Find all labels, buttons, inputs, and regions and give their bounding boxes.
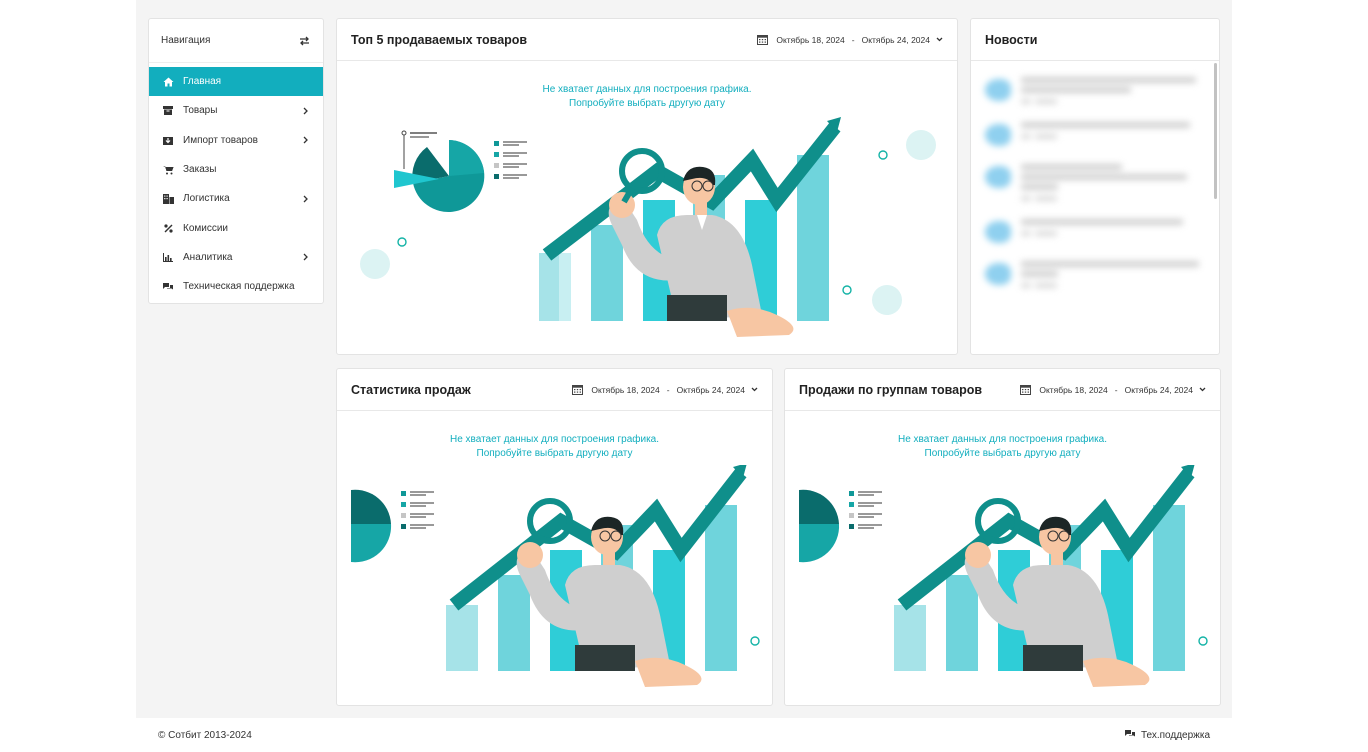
no-data-illustration [351, 465, 760, 687]
percent-icon [161, 222, 175, 234]
building-icon [161, 193, 175, 205]
nav-item-commissions[interactable]: Комиссии [149, 213, 323, 242]
chevron-down-icon [936, 37, 943, 42]
nav-item-support[interactable]: Техническая поддержка [149, 272, 323, 301]
nav-item-products[interactable]: Товары [149, 96, 323, 125]
date-separator: - [666, 384, 670, 395]
home-icon [161, 76, 175, 88]
top5-title: Топ 5 продаваемых товаров [351, 32, 528, 47]
chat-icon [1124, 729, 1135, 741]
support-link[interactable]: Тех.поддержка [1124, 729, 1210, 741]
navigation-list: Главная Товары Импорт товаров Заказы Лог… [149, 63, 323, 301]
chevron-down-icon [751, 387, 758, 392]
sales-stats-empty-message: Не хватает данных для построения графика… [337, 433, 772, 461]
calendar-icon [1020, 384, 1032, 395]
footer: © Сотбит 2013-2024 Тех.поддержка [136, 718, 1232, 752]
empty-message-line-1: Не хватает данных для построения графика… [897, 434, 1108, 445]
chevron-right-icon [301, 194, 311, 204]
news-widget: Новости [970, 18, 1220, 355]
nav-item-label: Импорт товаров [183, 134, 258, 146]
date-separator: - [851, 34, 855, 45]
navigation-header: Навигация [149, 19, 323, 63]
news-thumbnail [985, 79, 1011, 101]
news-thumbnail [985, 124, 1011, 146]
group-sales-widget: Продажи по группам товаров Октябрь 18, 2… [784, 368, 1221, 706]
import-icon [161, 134, 175, 146]
nav-item-analytics[interactable]: Аналитика [149, 243, 323, 272]
nav-item-label: Комиссии [183, 222, 229, 234]
calendar-icon [757, 34, 769, 45]
sales-stats-header: Статистика продаж Октябрь 18, 2024 - Окт… [337, 369, 772, 411]
group-sales-header: Продажи по группам товаров Октябрь 18, 2… [785, 369, 1220, 411]
empty-message-line-1: Не хватает данных для построения графика… [542, 84, 752, 95]
page-background: Навигация Главная Товары Импорт товаров [136, 0, 1232, 718]
nav-item-label: Главная [183, 76, 222, 88]
news-thumbnail [985, 221, 1011, 243]
group-sales-empty-message: Не хватает данных для построения графика… [785, 433, 1220, 461]
top5-widget: Топ 5 продаваемых товаров Октябрь 18, 20… [336, 18, 958, 355]
nav-item-logistics[interactable]: Логистика [149, 184, 323, 213]
empty-message-line-2: Попробуйте выбрать другую дату [569, 98, 725, 109]
empty-message-line-2: Попробуйте выбрать другую дату [924, 448, 1081, 459]
top5-header: Топ 5 продаваемых товаров Октябрь 18, 20… [337, 19, 957, 61]
news-scrollbar[interactable] [1214, 63, 1217, 199]
news-item[interactable] [971, 164, 1219, 201]
date-to: Октябрь 24, 2024 [676, 384, 745, 395]
group-sales-date-range[interactable]: Октябрь 18, 2024 - Октябрь 24, 2024 [1020, 384, 1206, 395]
no-data-illustration [360, 117, 936, 337]
empty-message-line-1: Не хватает данных для построения графика… [449, 434, 660, 445]
news-list [971, 61, 1219, 354]
no-data-illustration [799, 465, 1208, 687]
nav-item-home[interactable]: Главная [149, 67, 323, 97]
news-title: Новости [985, 32, 1038, 47]
copyright-text: © Сотбит 2013-2024 [158, 729, 252, 741]
calendar-icon [572, 384, 584, 395]
chat-icon [161, 281, 175, 293]
date-from: Октябрь 18, 2024 [776, 34, 845, 45]
sales-stats-date-range[interactable]: Октябрь 18, 2024 - Октябрь 24, 2024 [572, 384, 758, 395]
sales-stats-title: Статистика продаж [351, 382, 471, 397]
news-item[interactable] [971, 77, 1219, 104]
news-thumbnail [985, 166, 1011, 188]
nav-item-label: Аналитика [183, 251, 233, 263]
news-thumbnail [985, 263, 1011, 285]
chevron-right-icon [301, 135, 311, 145]
navigation-panel: Навигация Главная Товары Импорт товаров [148, 18, 324, 304]
news-item[interactable] [971, 261, 1219, 288]
empty-message-line-2: Попробуйте выбрать другую дату [476, 448, 633, 459]
nav-item-label: Техническая поддержка [183, 281, 295, 293]
nav-item-orders[interactable]: Заказы [149, 155, 323, 184]
bar-chart-icon [161, 251, 175, 263]
nav-item-import[interactable]: Импорт товаров [149, 126, 323, 155]
news-item[interactable] [971, 219, 1219, 243]
chevron-down-icon [1199, 387, 1206, 392]
news-item[interactable] [971, 122, 1219, 146]
date-to: Октябрь 24, 2024 [1124, 384, 1193, 395]
chevron-right-icon [301, 252, 311, 262]
box-icon [161, 105, 175, 117]
date-from: Октябрь 18, 2024 [591, 384, 660, 395]
date-separator: - [1114, 384, 1118, 395]
cart-icon [161, 164, 175, 176]
nav-item-label: Логистика [183, 193, 230, 205]
date-from: Октябрь 18, 2024 [1039, 384, 1108, 395]
navigation-title: Навигация [161, 35, 211, 46]
top5-empty-message: Не хватает данных для построения графика… [337, 83, 957, 111]
date-to: Октябрь 24, 2024 [861, 34, 930, 45]
sales-stats-widget: Статистика продаж Октябрь 18, 2024 - Окт… [336, 368, 773, 706]
chevron-right-icon [301, 106, 311, 116]
news-header: Новости [971, 19, 1219, 61]
support-link-label: Тех.поддержка [1140, 729, 1210, 741]
nav-item-label: Заказы [183, 164, 217, 176]
swap-icon[interactable] [297, 34, 311, 48]
group-sales-title: Продажи по группам товаров [799, 382, 983, 397]
top5-date-range[interactable]: Октябрь 18, 2024 - Октябрь 24, 2024 [757, 34, 943, 45]
nav-item-label: Товары [183, 105, 218, 117]
